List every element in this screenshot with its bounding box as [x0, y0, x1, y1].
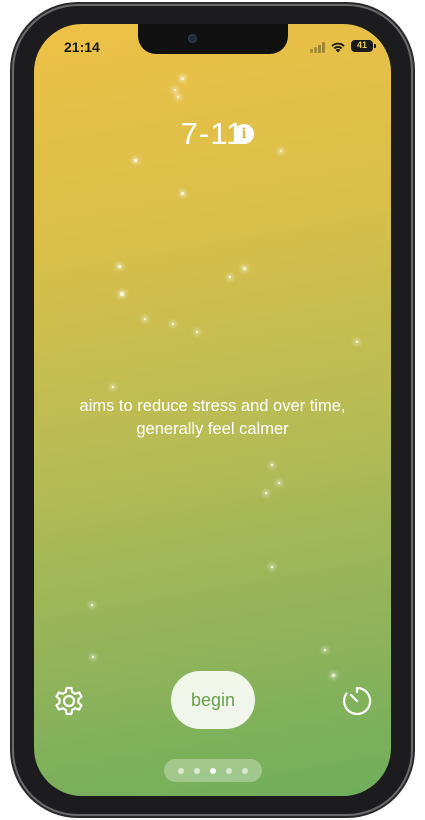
sparkle	[144, 318, 146, 320]
status-time: 21:14	[64, 39, 100, 55]
begin-button[interactable]: begin	[171, 671, 255, 729]
gear-icon[interactable]	[52, 684, 86, 718]
sparkle	[120, 292, 124, 296]
sparkle	[243, 267, 246, 270]
sparkle	[324, 649, 326, 651]
sparkle	[92, 656, 94, 658]
sparkle	[229, 276, 231, 278]
page-dot[interactable]	[194, 767, 200, 774]
status-bar: 21:14 41	[34, 24, 391, 60]
battery-icon: 41	[351, 40, 376, 52]
sparkle	[271, 566, 273, 568]
info-icon[interactable]: i	[234, 124, 254, 144]
sparkle	[196, 331, 198, 333]
sparkle	[181, 192, 184, 195]
sparkle	[181, 77, 184, 80]
sparkle	[271, 464, 273, 466]
wifi-icon	[331, 42, 345, 53]
sparkle	[177, 96, 179, 98]
page-dot[interactable]	[242, 767, 248, 774]
page-dot[interactable]	[226, 767, 232, 774]
description-line: generally feel calmer	[136, 420, 289, 438]
sparkle	[332, 674, 335, 677]
sparkle	[91, 604, 93, 606]
sparkle	[118, 265, 121, 268]
cellular-signal-icon	[310, 42, 327, 53]
page-indicator[interactable]	[164, 759, 262, 782]
timer-icon[interactable]	[340, 684, 374, 718]
sparkle	[174, 89, 176, 91]
sparkle	[134, 159, 137, 162]
sparkle	[356, 341, 358, 343]
sparkle	[172, 323, 174, 325]
pattern-description: aims to reduce stress and over time, gen…	[54, 395, 371, 441]
sparkle	[278, 482, 280, 484]
pattern-title-row: 7-11	[34, 116, 391, 152]
page-dot[interactable]	[178, 767, 184, 774]
sparkle	[112, 386, 114, 388]
page-dot-active[interactable]	[210, 767, 216, 774]
description-line: aims to reduce stress and over time,	[79, 397, 346, 415]
app-screen: 21:14 41 7-11 i aims to reduce stress an…	[34, 24, 391, 796]
sparkle	[265, 492, 267, 494]
